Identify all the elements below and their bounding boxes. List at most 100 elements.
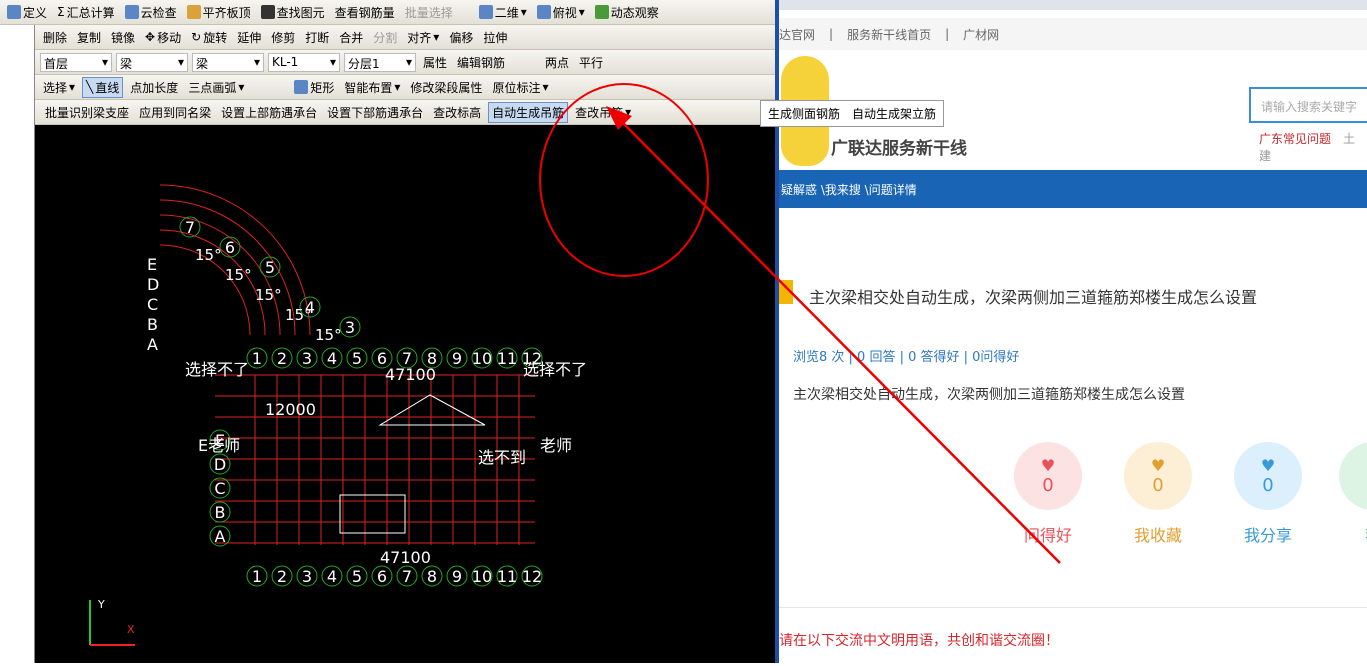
rotate-button[interactable]: ↻ 旋转: [188, 28, 230, 47]
top-rebar-cap-button[interactable]: 设置上部筋遇承台: [218, 103, 320, 122]
slab-icon: [186, 5, 201, 19]
rectangle-button[interactable]: 矩形: [291, 78, 337, 97]
label: 延伸: [237, 30, 262, 45]
side-rebar-button[interactable]: 生成侧面钢筋: [765, 104, 843, 123]
cloud-check-button[interactable]: 云检查: [122, 3, 180, 22]
axis-label: A: [215, 527, 226, 546]
angle-label: 15°: [225, 266, 252, 284]
axis-label: A: [147, 335, 158, 354]
action-2[interactable]: ♥ 0 我分享: [1234, 442, 1302, 546]
batch-select-button[interactable]: 批量选择: [402, 3, 456, 22]
arc-grid: [159, 214, 281, 336]
sum-button[interactable]: Σ 汇总计算: [54, 3, 118, 22]
move-button[interactable]: ✥ 移动: [142, 28, 184, 47]
point-length-button[interactable]: 点加长度: [127, 78, 181, 97]
properties-button[interactable]: 属性: [420, 53, 450, 72]
view-2d-dropdown[interactable]: 二维 ▾: [476, 3, 530, 22]
action-1[interactable]: ♥ 0 我收藏: [1124, 442, 1192, 546]
label: 智能布置: [344, 80, 393, 95]
view-rebar-button[interactable]: 查看钢筋量: [332, 3, 398, 22]
cad-text: 选不到: [478, 448, 526, 467]
rectangle-icon: [294, 80, 309, 94]
axis-label: 9: [452, 567, 462, 586]
break-button[interactable]: 打断: [302, 28, 332, 47]
label: 我: [1339, 522, 1367, 546]
mirror-button[interactable]: 镜像: [108, 28, 138, 47]
two-point-button[interactable]: 两点: [542, 53, 572, 72]
action-icon: ♥ 0: [1014, 442, 1082, 510]
search-input[interactable]: 请输入搜索关键字: [1249, 87, 1367, 123]
action-icon: ♥: [1339, 442, 1367, 510]
axis-label: D: [214, 455, 226, 474]
stretch-button[interactable]: 拉伸: [480, 28, 510, 47]
component-select[interactable]: KL-1 ▾: [268, 52, 340, 72]
extend-button[interactable]: 延伸: [234, 28, 264, 47]
align-button[interactable]: 对齐 ▾: [404, 28, 442, 47]
auto-erection-bar-button[interactable]: 自动生成架立筋: [849, 104, 939, 123]
label: 平齐板顶: [202, 5, 251, 20]
apply-same-name-button[interactable]: 应用到同名梁: [136, 103, 214, 122]
nav-link[interactable]: 广材网: [963, 26, 999, 43]
type-select[interactable]: 梁 ▾: [192, 52, 264, 72]
label: 拉伸: [483, 30, 508, 45]
label: 复制: [77, 30, 102, 45]
line-button[interactable]: ╲ 直线: [82, 76, 124, 98]
label: 生成侧面钢筋: [768, 107, 841, 121]
edit-hanger-bar-button[interactable]: 查改吊筋 ▾: [572, 103, 634, 122]
label: 查改标高: [433, 105, 482, 120]
axis-label: C: [147, 295, 158, 314]
cad-drawing[interactable]: 11223344556677889910101111121276543EEDDC…: [35, 125, 775, 663]
label: 三点画弧: [188, 80, 237, 95]
toolbar-main: 定义 Σ 汇总计算 云检查 平齐板顶 查找图元 查看钢筋量 批量选择 二维 ▾ 俯…: [0, 0, 776, 25]
split-button[interactable]: 分割: [370, 28, 400, 47]
angle-label: 15°: [195, 246, 222, 264]
label: 查改吊筋: [575, 105, 624, 120]
edit-rebar-button[interactable]: 编辑钢筋: [454, 53, 508, 72]
action-0[interactable]: ♥ 0 问得好: [1014, 442, 1082, 546]
edit-elevation-button[interactable]: 查改标高: [430, 103, 484, 122]
category-select[interactable]: 梁 ▾: [116, 52, 188, 72]
edit-beam-props-button[interactable]: 修改梁段属性: [407, 78, 485, 97]
parallel-button[interactable]: 平行: [576, 53, 606, 72]
define-button[interactable]: 定义: [4, 3, 50, 22]
label: 修剪: [271, 30, 296, 45]
axis-label: 3: [345, 318, 355, 337]
action-3[interactable]: ♥我: [1339, 442, 1367, 546]
layer-select[interactable]: 分层1 ▾: [344, 52, 416, 72]
nav-link[interactable]: 服务新干线首页: [847, 26, 931, 43]
cad-text: 47100: [385, 365, 436, 384]
label: 查看钢筋量: [334, 5, 395, 20]
bottom-rebar-cap-button[interactable]: 设置下部筋遇承台: [324, 103, 426, 122]
axis-label: 12: [522, 567, 542, 586]
align-slab-button[interactable]: 平齐板顶: [184, 3, 254, 22]
axis-label: 6: [225, 238, 235, 257]
question-icon: [779, 280, 793, 304]
label: 查找图元: [276, 5, 325, 20]
action-icon: ♥ 0: [1124, 442, 1192, 510]
floor-select[interactable]: 首层 ▾: [40, 52, 112, 72]
three-point-arc-button[interactable]: 三点画弧 ▾: [185, 78, 247, 97]
in-place-annotation-button[interactable]: 原位标注 ▾: [489, 78, 551, 97]
copy-button[interactable]: 复制: [74, 28, 104, 47]
offset-button[interactable]: 偏移: [446, 28, 476, 47]
drawing-canvas[interactable]: 1 1 2 2 3 3 4 4 5 5 6 6 7 7 8 8 9 9 10 10 11 11 12 12 7 6 5 4 3 E E D D C…: [35, 125, 775, 663]
nav-link[interactable]: 达官网: [779, 26, 815, 43]
shape: [378, 394, 486, 426]
batch-identify-support-button[interactable]: 批量识别梁支座: [42, 103, 132, 122]
2d-icon: [478, 5, 493, 19]
delete-button[interactable]: 删除: [40, 28, 70, 47]
toolbar-edit: 删除 复制 镜像 ✥ 移动 ↻ 旋转 延伸 修剪 打断 合并 分割 对齐 ▾ 偏移 拉…: [0, 25, 776, 50]
count: 0: [1152, 475, 1164, 496]
label: 分割: [373, 30, 398, 45]
select-button[interactable]: 选择 ▾: [40, 78, 78, 97]
value: 梁: [120, 56, 133, 71]
find-element-button[interactable]: 查找图元: [258, 3, 328, 22]
top-view-dropdown[interactable]: 俯视 ▾: [534, 3, 588, 22]
smart-layout-button[interactable]: 智能布置 ▾: [341, 78, 403, 97]
trim-button[interactable]: 修剪: [268, 28, 298, 47]
hot-link[interactable]: 广东常见问题: [1259, 132, 1331, 146]
auto-hanger-bar-button[interactable]: 自动生成吊筋: [488, 101, 569, 123]
merge-button[interactable]: 合并: [336, 28, 366, 47]
browser-tabs[interactable]: [779, 0, 1367, 10]
dynamic-view-button[interactable]: 动态观察: [592, 3, 662, 22]
